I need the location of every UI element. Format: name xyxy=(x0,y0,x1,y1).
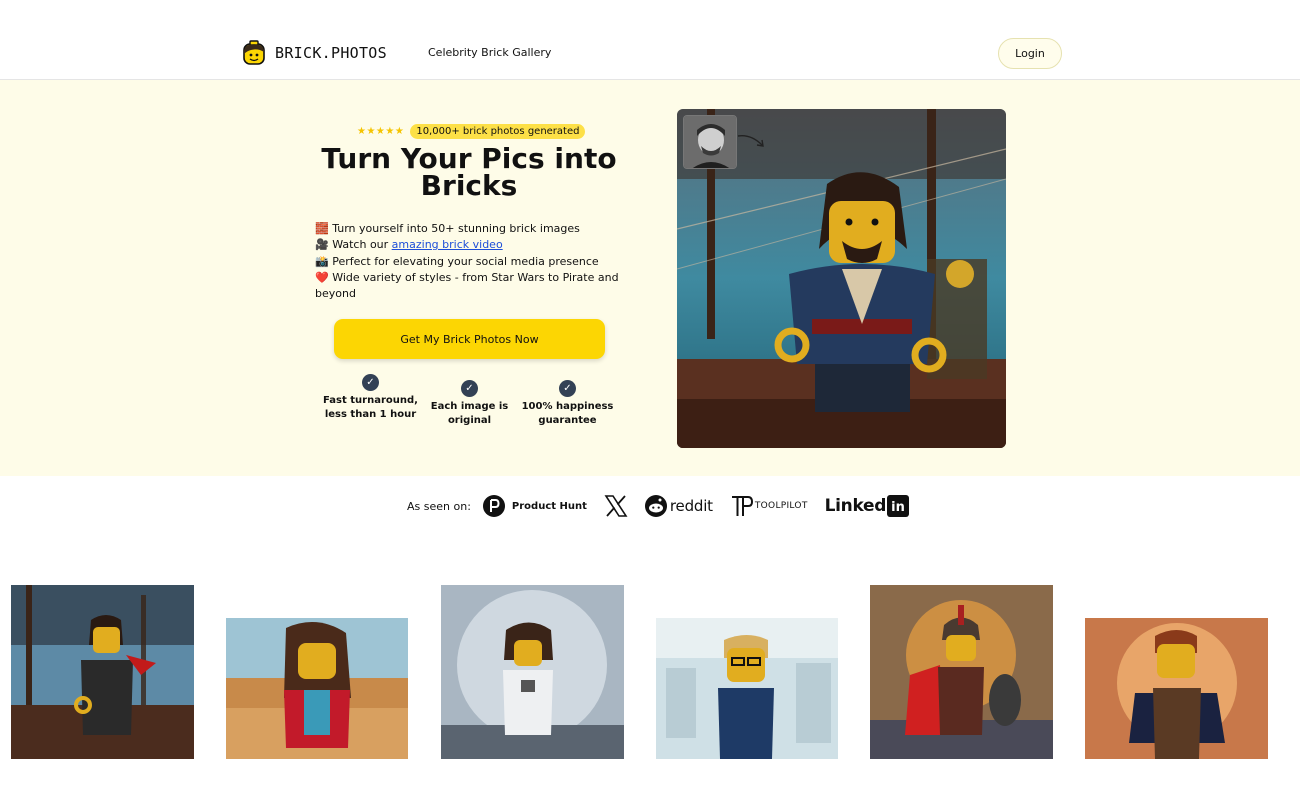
site-header: BRICK.PHOTOS Celebrity Brick Gallery Log… xyxy=(0,0,1300,80)
x-logo[interactable] xyxy=(604,494,628,518)
get-brick-photos-button[interactable]: Get My Brick Photos Now xyxy=(334,319,605,359)
rating-row: ★★★★★ 10,000+ brick photos generated xyxy=(357,124,586,139)
check-icon: ✓ xyxy=(559,380,576,397)
reddit-icon xyxy=(644,495,667,517)
reddit-logo[interactable]: reddit xyxy=(644,495,713,517)
guarantee-happiness: ✓ 100% happiness guarantee xyxy=(520,380,615,427)
brick-emoji-icon: 🧱 xyxy=(315,222,329,235)
login-button[interactable]: Login xyxy=(998,38,1062,69)
feature-item: ❤️ Wide variety of styles - from Star Wa… xyxy=(315,270,619,301)
guarantee-original-image: ✓ Each image is original xyxy=(427,380,512,427)
gallery-gladiator-minifigure-image[interactable] xyxy=(870,585,1053,759)
check-icon: ✓ xyxy=(362,374,379,391)
gallery-astronaut-minifigure-image[interactable] xyxy=(441,585,624,759)
as-seen-on-bar: As seen on: Product Hunt reddit TOOLPILO… xyxy=(407,491,926,521)
linkedin-logo[interactable]: Linked in xyxy=(825,495,910,517)
toolpilot-logo[interactable]: TOOLPILOT xyxy=(730,494,808,518)
logo-text: BRICK.PHOTOS xyxy=(275,44,387,62)
rating-stars-icon: ★★★★★ xyxy=(357,126,405,137)
gallery-doctor-minifigure-image[interactable] xyxy=(656,618,838,759)
feature-list: 🧱 Turn yourself into 50+ stunning brick … xyxy=(315,221,635,302)
original-selfie-thumbnail xyxy=(683,115,737,169)
linkedin-icon: in xyxy=(887,495,910,517)
hero-title: Turn Your Pics into Bricks xyxy=(321,142,617,202)
logo[interactable]: BRICK.PHOTOS xyxy=(241,40,387,66)
hero-section xyxy=(0,80,1300,476)
heart-emoji-icon: ❤️ xyxy=(315,270,329,284)
brick-head-logo-icon xyxy=(243,40,265,65)
photos-generated-badge: 10,000+ brick photos generated xyxy=(410,124,586,139)
product-hunt-icon xyxy=(482,495,505,517)
feature-item: 📸 Perfect for elevating your social medi… xyxy=(315,254,599,268)
check-icon: ✓ xyxy=(461,380,478,397)
gallery-pirate-minifigure-image[interactable] xyxy=(11,585,194,759)
gallery-beach-minifigure-image[interactable] xyxy=(226,618,408,759)
hero-pirate-minifigure-image xyxy=(677,109,1006,448)
product-hunt-logo[interactable]: Product Hunt xyxy=(482,495,587,517)
x-icon xyxy=(604,495,628,517)
feature-item: 🧱 Turn yourself into 50+ stunning brick … xyxy=(315,222,580,235)
transform-arrow-icon xyxy=(737,135,764,147)
toolpilot-icon xyxy=(731,496,753,516)
camera-emoji-icon: 📸 xyxy=(315,254,329,268)
gallery-caped-minifigure-image[interactable] xyxy=(1085,618,1268,759)
nav-celebrity-gallery[interactable]: Celebrity Brick Gallery xyxy=(428,46,551,59)
as-seen-on-label: As seen on: xyxy=(407,499,471,513)
svg-text:in: in xyxy=(891,500,905,515)
feature-item: 🎥 Watch our amazing brick video xyxy=(315,238,503,252)
brick-video-link[interactable]: amazing brick video xyxy=(392,238,503,251)
video-camera-emoji-icon: 🎥 xyxy=(315,238,329,252)
guarantee-fast-turnaround: ✓ Fast turnaround, less than 1 hour xyxy=(322,374,419,421)
